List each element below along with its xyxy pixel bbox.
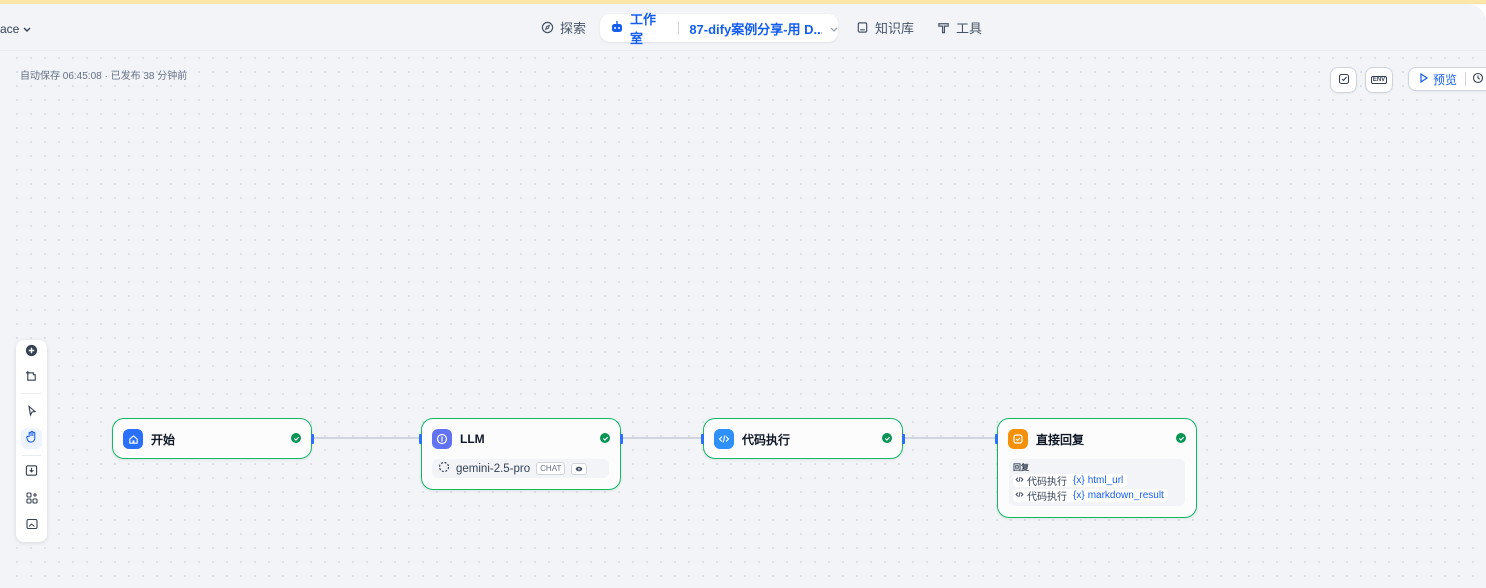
node-title: 代码执行 xyxy=(742,432,791,447)
compass-icon xyxy=(540,20,554,34)
variable-source-node: 代码执行 xyxy=(1027,492,1067,503)
reply-icon xyxy=(1008,429,1028,449)
edge-layer xyxy=(314,437,998,439)
toolbar-divider xyxy=(22,393,41,394)
hand-mode-button[interactable] xyxy=(21,428,42,449)
check-circle-icon xyxy=(600,433,610,443)
output-handle[interactable] xyxy=(902,434,905,444)
node-header: 开始 xyxy=(123,429,175,449)
env-button[interactable]: ENV xyxy=(1365,67,1393,93)
minimap-icon xyxy=(25,517,38,535)
node-answer[interactable]: 直接回复 回复 代码执行 {x} html_url 代码执行 {x} markd xyxy=(995,418,1197,518)
reply-content: 回复 代码执行 {x} html_url 代码执行 {x} markdown_r… xyxy=(1009,459,1185,506)
robot-icon xyxy=(610,20,624,37)
preview-label: 预览 xyxy=(1433,72,1458,87)
nav-knowledge-label: 知识库 xyxy=(875,20,915,36)
current-app-name[interactable]: 87-dify案例分享-用 D... xyxy=(689,19,822,38)
workflow-canvas[interactable] xyxy=(10,51,1486,588)
env-icon: ENV xyxy=(1370,76,1388,84)
export-image-button[interactable] xyxy=(21,462,42,483)
canvas-toolbar xyxy=(16,340,47,542)
workspace-label: ace xyxy=(0,22,20,36)
nav-tools[interactable]: 工具 xyxy=(936,14,982,40)
variable-reference: 代码执行 {x} html_url xyxy=(1013,474,1128,488)
workspace-switcher[interactable]: ace xyxy=(0,22,31,36)
home-icon xyxy=(123,429,143,449)
gemini-model-icon xyxy=(438,461,450,476)
vision-eye-icon xyxy=(571,462,588,475)
nav-explore[interactable]: 探索 xyxy=(540,14,586,40)
code-icon xyxy=(1015,475,1024,487)
organize-nodes-button[interactable] xyxy=(21,489,42,510)
nav-studio[interactable]: 工作室 87-dify案例分享-用 D... xyxy=(600,12,838,46)
check-circle-icon xyxy=(882,433,892,443)
check-circle-icon xyxy=(291,433,301,443)
node-title: 直接回复 xyxy=(1036,432,1085,447)
variable-name: markdown_result xyxy=(1087,490,1164,501)
variable-name: html_url xyxy=(1087,475,1124,486)
tool-icon xyxy=(936,20,950,34)
node-header: 直接回复 xyxy=(1008,429,1084,449)
autosave-status: 自动保存 06:45:08 · 已发布 38 分钟前 xyxy=(20,71,188,82)
preview-button[interactable]: 预览 xyxy=(1408,67,1486,91)
button-divider xyxy=(1465,72,1467,86)
check-circle-icon xyxy=(1176,433,1186,443)
node-title: LLM xyxy=(460,432,485,446)
chevron-down-icon xyxy=(23,22,31,36)
model-name: gemini-2.5-pro xyxy=(456,462,531,475)
node-code[interactable]: 代码执行 xyxy=(701,418,905,459)
toolbar-divider xyxy=(22,455,41,456)
input-handle[interactable] xyxy=(419,434,422,444)
code-icon xyxy=(714,429,734,449)
checklist-button[interactable] xyxy=(1330,67,1357,93)
book-icon xyxy=(855,20,869,34)
minimap-toggle-button[interactable] xyxy=(21,515,42,536)
reply-section-label: 回复 xyxy=(1013,463,1029,472)
variable-source-node: 代码执行 xyxy=(1027,477,1067,488)
node-llm[interactable]: LLM gemini-2.5-pro CHAT xyxy=(419,418,623,490)
note-icon xyxy=(25,370,38,388)
brain-icon xyxy=(432,429,452,449)
node-header: 代码执行 xyxy=(714,429,790,449)
add-note-button[interactable] xyxy=(21,368,42,389)
pointer-icon xyxy=(26,404,38,422)
play-icon xyxy=(1419,72,1429,86)
history-icon[interactable] xyxy=(1472,72,1484,87)
export-image-icon xyxy=(25,464,38,482)
nav-studio-label: 工作室 xyxy=(630,12,657,46)
variable-prefix: {x} xyxy=(1073,490,1085,501)
organize-icon xyxy=(25,491,38,509)
chevron-down-icon[interactable] xyxy=(830,21,838,36)
top-header: ace 探索 工作室 87-dify案例分享-用 D... 知识库 工具 xyxy=(0,4,1486,51)
add-node-button[interactable] xyxy=(21,342,42,363)
input-handle[interactable] xyxy=(701,434,704,444)
variable-reference: 代码执行 {x} markdown_result xyxy=(1013,489,1168,503)
output-handle[interactable] xyxy=(620,434,623,444)
node-title: 开始 xyxy=(151,432,176,447)
model-mode-tag: CHAT xyxy=(536,462,566,475)
nav-knowledge[interactable]: 知识库 xyxy=(855,14,914,40)
input-handle[interactable] xyxy=(995,434,998,444)
variable-prefix: {x} xyxy=(1073,475,1085,486)
checklist-icon xyxy=(1338,73,1350,88)
plus-circle-icon xyxy=(25,344,38,362)
node-header: LLM xyxy=(432,429,485,449)
app-frame: ace 探索 工作室 87-dify案例分享-用 D... 知识库 工具 自动保… xyxy=(0,4,1486,588)
code-icon xyxy=(1015,490,1024,502)
nav-tools-label: 工具 xyxy=(956,20,983,36)
model-selector[interactable]: gemini-2.5-pro CHAT xyxy=(432,459,609,478)
output-handle[interactable] xyxy=(311,434,314,444)
nav-divider xyxy=(678,21,680,35)
hand-icon xyxy=(25,430,38,448)
nav-explore-label: 探索 xyxy=(560,20,587,36)
pointer-mode-button[interactable] xyxy=(21,402,42,423)
node-start[interactable]: 开始 xyxy=(112,418,314,459)
